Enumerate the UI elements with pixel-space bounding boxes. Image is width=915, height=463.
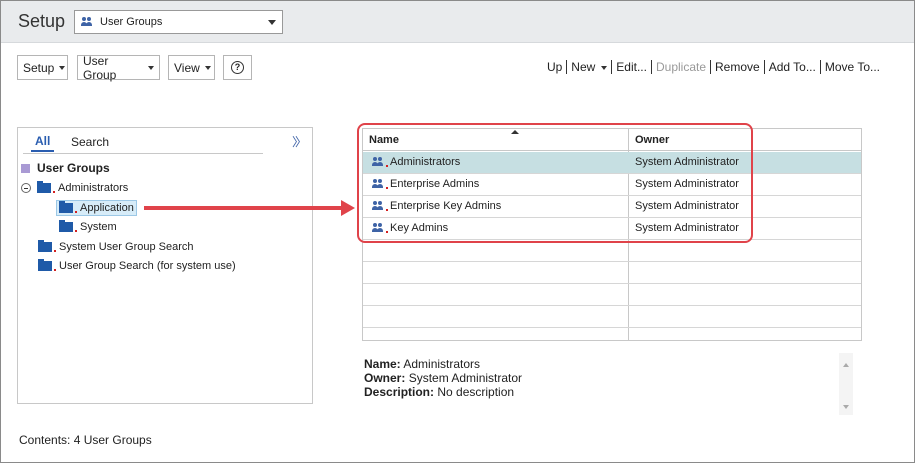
highlight-annotation-box xyxy=(357,123,753,243)
table-row-empty xyxy=(363,284,861,306)
collapse-node-icon[interactable] xyxy=(21,183,31,193)
table-row-empty xyxy=(363,262,861,284)
details-description-value: No description xyxy=(437,385,515,399)
tree-root-label: User Groups xyxy=(37,161,110,175)
up-action[interactable]: Up xyxy=(543,60,566,74)
page-title: Setup xyxy=(18,11,66,31)
annotation-arrow-line xyxy=(144,206,344,210)
tree-node-system-user-group-search[interactable]: System User Group Search xyxy=(38,240,194,253)
user-group-menu-button[interactable]: User Group xyxy=(77,53,160,82)
move-to-action[interactable]: Move To... xyxy=(819,60,884,74)
duplicate-action: Duplicate xyxy=(650,60,710,74)
folder-icon xyxy=(38,240,52,252)
new-action-label: New xyxy=(571,60,596,74)
chevron-down-icon xyxy=(148,65,154,70)
setup-menu-label: Setup xyxy=(23,60,55,75)
help-button[interactable]: ? xyxy=(223,55,252,80)
help-icon: ? xyxy=(231,61,244,74)
edit-action[interactable]: Edit... xyxy=(611,60,651,74)
red-marker-icon xyxy=(54,269,56,271)
tree-node-label: System User Group Search xyxy=(59,241,194,253)
tree-root[interactable]: User Groups xyxy=(21,161,110,175)
view-menu-button[interactable]: View xyxy=(168,55,215,80)
view-selector-dropdown[interactable]: User Groups xyxy=(74,10,283,34)
user-group-menu-label: User Group xyxy=(83,53,117,82)
details-pane: Name: Administrators Owner: System Admin… xyxy=(364,357,522,399)
tree-panel: All Search 〉〉 User Groups Administrators… xyxy=(17,127,313,404)
tree-node-label: Application xyxy=(80,202,134,214)
folder-icon xyxy=(59,201,73,213)
user-groups-icon xyxy=(21,163,30,173)
tree-node-label: User Group Search (for system use) xyxy=(59,260,236,272)
view-menu-label: View xyxy=(174,60,200,75)
details-name-line: Name: Administrators xyxy=(364,357,522,371)
red-marker-icon xyxy=(75,211,77,213)
tree-node-label: System xyxy=(80,221,117,233)
tree-node-administrators[interactable]: Administrators xyxy=(21,181,129,194)
chevron-down-icon xyxy=(204,65,211,70)
details-owner-line: Owner: System Administrator xyxy=(364,371,522,385)
chevron-down-icon xyxy=(268,20,276,25)
chevron-down-icon xyxy=(601,65,608,70)
tree-tabs: All Search xyxy=(23,134,263,154)
setup-menu-button[interactable]: Setup xyxy=(17,55,68,80)
tree-node-application[interactable]: Application xyxy=(56,200,137,216)
status-contents: Contents: 4 User Groups xyxy=(19,433,152,447)
folder-icon xyxy=(38,259,52,271)
annotation-arrow-head-icon xyxy=(341,200,355,216)
details-description-label: Description: xyxy=(364,385,435,399)
red-marker-icon xyxy=(75,230,77,232)
details-description-line: Description: No description xyxy=(364,385,522,399)
details-name-value: Administrators xyxy=(403,357,481,371)
details-name-label: Name: xyxy=(364,357,401,371)
tab-all[interactable]: All xyxy=(31,134,55,152)
folder-icon xyxy=(37,181,51,193)
tree-node-system[interactable]: System xyxy=(59,220,117,233)
new-action[interactable]: New xyxy=(566,60,611,74)
view-selector-value: User Groups xyxy=(100,16,163,28)
chevron-down-icon xyxy=(59,65,66,70)
add-to-action[interactable]: Add To... xyxy=(763,60,820,74)
details-owner-label: Owner: xyxy=(364,371,406,385)
tree-node-user-group-search[interactable]: User Group Search (for system use) xyxy=(38,259,236,272)
remove-action[interactable]: Remove xyxy=(710,60,764,74)
user-group-icon xyxy=(80,17,94,27)
red-marker-icon xyxy=(53,191,55,193)
table-row-empty xyxy=(363,240,861,262)
top-bar: Setup User Groups xyxy=(1,1,914,43)
scroll-down-icon[interactable] xyxy=(843,405,849,409)
details-owner-value: System Administrator xyxy=(408,371,523,385)
tree-node-label: Administrators xyxy=(58,182,129,194)
collapse-panel-icon[interactable]: 〉〉 xyxy=(292,133,307,150)
folder-icon xyxy=(59,220,73,232)
table-row-empty xyxy=(363,306,861,328)
red-marker-icon xyxy=(54,250,56,252)
tab-search[interactable]: Search xyxy=(71,135,109,149)
scroll-up-icon[interactable] xyxy=(843,363,849,367)
action-bar: Up New Edit... Duplicate Remove Add To..… xyxy=(543,60,884,74)
